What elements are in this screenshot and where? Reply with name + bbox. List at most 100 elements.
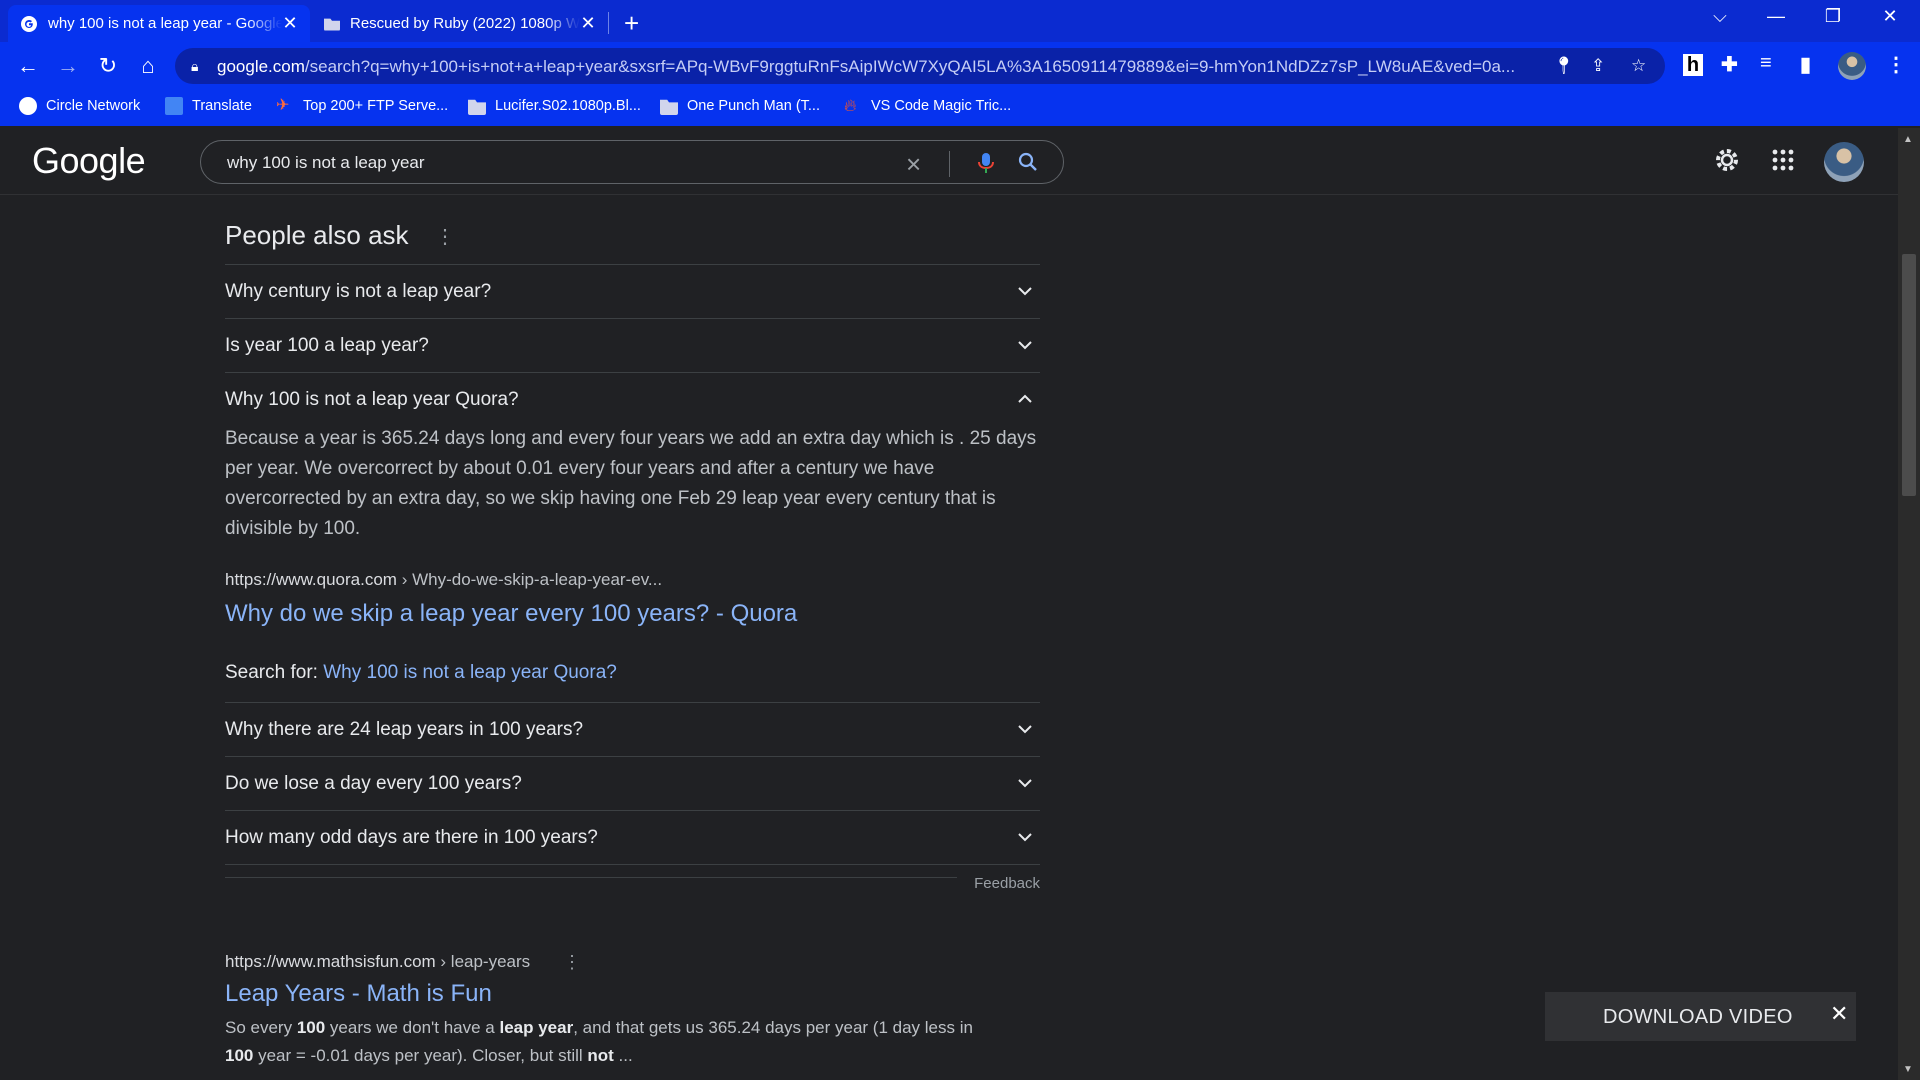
snippet-bold: 100 (225, 1046, 254, 1065)
chevron-down-icon (1018, 341, 1032, 350)
minimize-button[interactable]: — (1756, 6, 1796, 27)
circle-network-icon (19, 97, 37, 115)
paa-question[interactable]: How many odd days are there in 100 years… (225, 810, 1040, 864)
extensions-puzzle-icon[interactable]: ✚ (1721, 52, 1738, 77)
search-for: Search for: Why 100 is not a leap year Q… (225, 662, 1040, 684)
page-scrollbar[interactable]: ▲ ▼ (1898, 128, 1920, 1080)
lock-icon[interactable]: 🔒︎ (191, 58, 198, 75)
location-pin-icon[interactable]: 📍︎ (1553, 56, 1575, 76)
tab-close-icon[interactable]: ✕ (580, 13, 596, 34)
tab-close-icon[interactable]: ✕ (282, 13, 298, 34)
paa-question[interactable]: Do we lose a day every 100 years? (225, 756, 1040, 810)
paa-question[interactable]: Why century is not a leap year? (225, 264, 1040, 318)
search-for-link[interactable]: Why 100 is not a leap year Quora? (323, 662, 617, 683)
close-icon[interactable]: ✕ (1830, 1001, 1848, 1027)
bookmark-lucifer[interactable]: Lucifer.S02.1080p.Bl... (468, 97, 641, 115)
paa-footer: Feedback (225, 864, 1040, 901)
paa-question-text: Why century is not a leap year? (225, 281, 492, 302)
result-more-icon[interactable]: ⋮ (563, 952, 581, 973)
tab-title: why 100 is not a leap year - Google Sear… (48, 15, 282, 32)
result-title-link[interactable]: Leap Years - Math is Fun (225, 980, 995, 1008)
bookmark-ftp[interactable]: ✈ Top 200+ FTP Serve... (276, 97, 448, 115)
paa-question-text: Is year 100 a leap year? (225, 335, 429, 356)
search-input[interactable]: why 100 is not a leap year × (200, 140, 1064, 184)
paa-more-icon[interactable]: ⋮ (435, 224, 455, 249)
bookmark-one-punch-man[interactable]: One Punch Man (T... (660, 97, 820, 115)
microphone-icon[interactable] (976, 151, 996, 175)
scroll-down-icon[interactable]: ▼ (1903, 1064, 1913, 1075)
bookmark-label: Lucifer.S02.1080p.Bl... (495, 98, 641, 114)
snippet-text: years we don't have a (325, 1018, 500, 1037)
cite-path: › Why-do-we-skip-a-leap-year-ev... (396, 570, 663, 589)
paa-question[interactable]: Is year 100 a leap year? (225, 318, 1040, 372)
url-text[interactable]: google.com/search?q=why+100+is+not+a+lea… (217, 57, 1547, 77)
bookmark-label: Circle Network (46, 98, 141, 114)
tab-search-chevron-icon[interactable]: ⌵ (1700, 6, 1740, 27)
chevron-up-icon (1018, 394, 1032, 403)
profile-avatar[interactable] (1838, 52, 1866, 80)
side-panel-icon[interactable]: ▮ (1800, 52, 1811, 77)
search-divider (949, 151, 950, 177)
chevron-down-icon (1018, 287, 1032, 296)
paa-question-text: Why there are 24 leap years in 100 years… (225, 719, 584, 740)
bookmark-label: Top 200+ FTP Serve... (303, 98, 449, 114)
paa-question[interactable]: Why there are 24 leap years in 100 years… (225, 702, 1040, 756)
scroll-up-icon[interactable]: ▲ (1903, 134, 1913, 145)
media-queue-icon[interactable]: ≡ (1760, 52, 1772, 75)
paa-answer-link[interactable]: Why do we skip a leap year every 100 yea… (225, 600, 1040, 628)
tab-google-search[interactable]: why 100 is not a leap year - Google Sear… (8, 5, 310, 42)
bookmark-circle-network[interactable]: Circle Network (19, 97, 140, 115)
result-snippet: So every 100 years we don't have a leap … (225, 1014, 995, 1070)
google-apps-icon[interactable] (1772, 149, 1794, 171)
snippet-bold: 100 (296, 1018, 326, 1037)
back-icon[interactable]: ← (14, 52, 42, 80)
share-icon[interactable]: ⇪ (1591, 56, 1605, 76)
google-logo[interactable]: Google (32, 140, 146, 182)
paa-question-expanded[interactable]: Why 100 is not a leap year Quora? (225, 372, 1040, 426)
snippet-text: , and that gets us 365.24 days per year … (573, 1018, 973, 1037)
bookmark-star-icon[interactable]: ☆ (1631, 56, 1646, 76)
folder-icon (468, 99, 486, 115)
search-for-label: Search for: (225, 662, 324, 683)
search-icon[interactable] (1017, 151, 1039, 173)
paa-question-text: Do we lose a day every 100 years? (225, 773, 522, 794)
address-bar[interactable]: 🔒︎ google.com/search?q=why+100+is+not+a+… (175, 48, 1665, 84)
download-video-bar: DOWNLOAD VIDEO ✕ (1545, 992, 1856, 1041)
bookmark-translate[interactable]: Translate (165, 97, 252, 115)
extension-h-icon[interactable]: h (1683, 54, 1703, 76)
paa-answer-cite[interactable]: https://www.quora.com › Why-do-we-skip-a… (225, 570, 1040, 590)
home-icon[interactable]: ⌂ (134, 52, 162, 80)
settings-gear-icon[interactable] (1712, 145, 1742, 175)
search-result: https://www.mathsisfun.com › leap-years … (225, 952, 995, 1070)
search-query[interactable]: why 100 is not a leap year (227, 153, 425, 173)
snippet-bold: leap year (499, 1018, 574, 1037)
people-also-ask: People also ask ⋮ Why century is not a l… (225, 220, 1040, 901)
divider (225, 877, 957, 878)
chevron-down-icon (1018, 833, 1032, 842)
bookmarks-bar: Circle Network Translate ✈ Top 200+ FTP … (0, 90, 1920, 126)
menu-kebab-icon[interactable]: ⋮ (1886, 52, 1906, 77)
bookmark-vs-code[interactable]: 🔥︎ VS Code Magic Tric... (844, 97, 1011, 115)
download-video-button[interactable]: DOWNLOAD VIDEO (1603, 1006, 1793, 1029)
folder-icon (660, 99, 678, 115)
restore-button[interactable]: ❐ (1813, 6, 1853, 27)
new-tab-button[interactable]: + (624, 8, 639, 39)
cite-host: https://www.mathsisfun.com (225, 952, 436, 971)
flame-icon: 🔥︎ (844, 96, 857, 115)
account-avatar[interactable] (1824, 142, 1864, 182)
result-cite[interactable]: https://www.mathsisfun.com › leap-years (225, 952, 995, 972)
reload-icon[interactable]: ↻ (94, 52, 122, 80)
browser-toolbar: ← → ↻ ⌂ 🔒︎ google.com/search?q=why+100+i… (0, 42, 1920, 90)
scroll-thumb[interactable] (1902, 254, 1916, 496)
forward-icon[interactable]: → (54, 52, 82, 80)
cite-host: https://www.quora.com (225, 570, 397, 589)
tab-title: Rescued by Ruby (2022) 1080p WEBRip (350, 15, 580, 32)
feedback-link[interactable]: Feedback (974, 875, 1040, 892)
folder-icon (324, 18, 340, 31)
clear-search-icon[interactable]: × (906, 149, 921, 180)
paa-answer: Because a year is 365.24 days long and e… (225, 428, 1037, 539)
tab-rescued-by-ruby[interactable]: Rescued by Ruby (2022) 1080p WEBRip ✕ (312, 5, 608, 42)
chevron-down-icon (1018, 779, 1032, 788)
close-window-button[interactable]: ✕ (1870, 6, 1910, 27)
chevron-down-icon (1018, 725, 1032, 734)
